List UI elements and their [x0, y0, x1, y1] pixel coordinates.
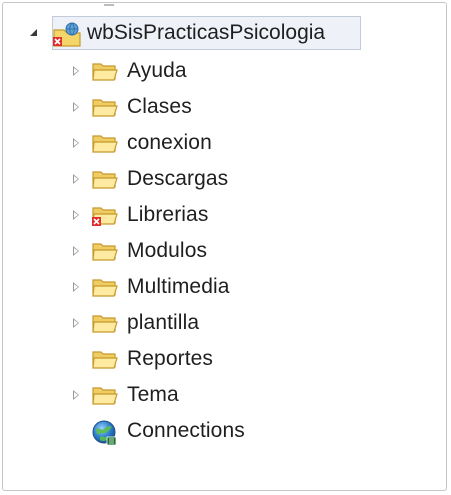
- tree-item-label: Tema: [127, 383, 179, 406]
- no-children-spacer: [68, 423, 84, 439]
- folder-error-icon: [91, 203, 119, 227]
- folder-icon: [91, 95, 119, 119]
- tree-item-label: Modulos: [127, 239, 208, 262]
- tree-item-multimedia[interactable]: Multimedia: [68, 272, 230, 302]
- collapsed-chevron-icon[interactable]: [68, 171, 84, 187]
- folder-icon: [91, 275, 119, 299]
- collapsed-chevron-icon[interactable]: [68, 135, 84, 151]
- project-name-label: wbSisPracticasPsicologia: [87, 21, 326, 44]
- expanded-chevron-icon[interactable]: [27, 25, 43, 41]
- tree-item-label: Descargas: [127, 167, 229, 190]
- collapsed-chevron-icon[interactable]: [68, 279, 84, 295]
- project-node-wbSisPracticasPsicologia[interactable]: wbSisPracticasPsicologia: [27, 16, 328, 50]
- tree-item-label: Librerias: [127, 203, 209, 226]
- folder-icon: [91, 311, 119, 335]
- tree-item-label: Connections: [127, 419, 245, 442]
- tree-item-ayuda[interactable]: Ayuda: [68, 56, 187, 86]
- folder-icon: [91, 167, 119, 191]
- collapsed-chevron-icon[interactable]: [68, 387, 84, 403]
- tree-item-label: Reportes: [127, 347, 214, 370]
- folder-icon: [91, 383, 119, 407]
- tree-item-tema[interactable]: Tema: [68, 380, 179, 410]
- tree-item-label: Multimedia: [127, 275, 230, 298]
- collapsed-chevron-icon[interactable]: [68, 63, 84, 79]
- folder-icon: [91, 59, 119, 83]
- collapsed-chevron-icon[interactable]: [68, 99, 84, 115]
- folder-icon: [91, 347, 119, 371]
- tree-item-label: conexion: [127, 131, 212, 154]
- folder-icon: [91, 239, 119, 263]
- tree-item-librerias[interactable]: Librerias: [68, 200, 208, 230]
- folder-icon: [91, 131, 119, 155]
- tree-item-descargas[interactable]: Descargas: [68, 164, 228, 194]
- globe-connections-icon: [91, 419, 119, 446]
- collapsed-chevron-icon[interactable]: [68, 207, 84, 223]
- tree-item-label: Clases: [127, 95, 192, 118]
- tree-item-conexion[interactable]: conexion: [68, 128, 212, 158]
- collapsed-chevron-icon[interactable]: [68, 243, 84, 259]
- tree-item-modulos[interactable]: Modulos: [68, 236, 207, 266]
- collapsed-chevron-icon[interactable]: [68, 315, 84, 331]
- tree-item-reportes[interactable]: Reportes: [68, 344, 213, 374]
- tree-item-label: Ayuda: [127, 59, 187, 82]
- tree-item-label: plantilla: [127, 311, 200, 334]
- tree-item-connections[interactable]: Connections: [68, 416, 245, 446]
- scroll-remnant: [104, 0, 114, 6]
- web-project-error-icon: [50, 21, 81, 47]
- no-children-spacer: [68, 351, 84, 367]
- tree-item-clases[interactable]: Clases: [68, 92, 192, 122]
- tree-item-plantilla[interactable]: plantilla: [68, 308, 199, 338]
